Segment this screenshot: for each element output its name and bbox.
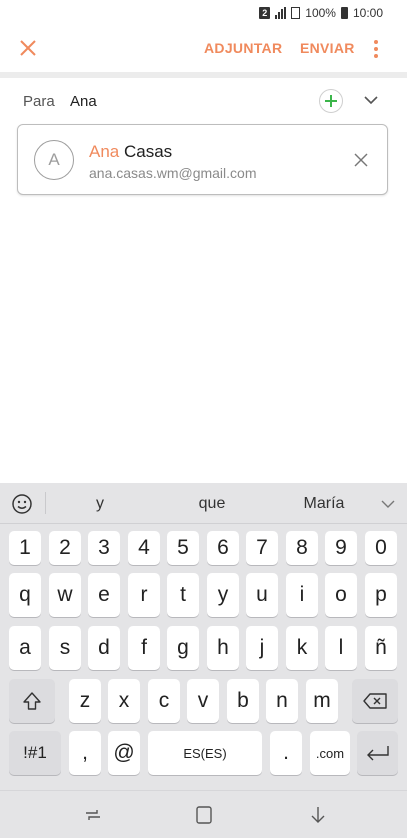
key-period[interactable]: . bbox=[270, 731, 302, 775]
key-6[interactable]: 6 bbox=[207, 531, 239, 565]
key-u[interactable]: u bbox=[246, 573, 278, 617]
key-g[interactable]: g bbox=[167, 626, 199, 670]
battery-percent: 100% bbox=[305, 6, 336, 20]
shift-icon bbox=[23, 692, 41, 710]
chevron-down-icon[interactable] bbox=[362, 93, 380, 107]
clock: 10:00 bbox=[352, 6, 383, 20]
key-2[interactable]: 2 bbox=[49, 531, 81, 565]
key-f[interactable]: f bbox=[128, 626, 160, 670]
send-button[interactable]: ENVIAR bbox=[300, 40, 355, 56]
suggestion-word[interactable]: que bbox=[190, 495, 234, 513]
key-q[interactable]: q bbox=[9, 573, 41, 617]
key-b[interactable]: b bbox=[227, 679, 259, 723]
key-t[interactable]: t bbox=[167, 573, 199, 617]
sim-badge: 2 bbox=[259, 7, 271, 19]
key-5[interactable]: 5 bbox=[167, 531, 199, 565]
key-e[interactable]: e bbox=[88, 573, 120, 617]
key-3[interactable]: 3 bbox=[88, 531, 120, 565]
close-icon[interactable] bbox=[17, 37, 39, 59]
key-m[interactable]: m bbox=[306, 679, 338, 723]
key-o[interactable]: o bbox=[325, 573, 357, 617]
key-n[interactable]: n bbox=[266, 679, 298, 723]
key-i[interactable]: i bbox=[286, 573, 318, 617]
key-l[interactable]: l bbox=[325, 626, 357, 670]
close-icon[interactable] bbox=[353, 152, 369, 168]
divider bbox=[0, 72, 407, 78]
emoji-icon[interactable] bbox=[10, 492, 34, 516]
suggestion-word[interactable]: y bbox=[90, 495, 110, 513]
key-w[interactable]: w bbox=[49, 573, 81, 617]
space-key[interactable]: ES(ES) bbox=[148, 731, 262, 775]
key-j[interactable]: j bbox=[246, 626, 278, 670]
key-h[interactable]: h bbox=[207, 626, 239, 670]
more-vert-icon[interactable] bbox=[368, 38, 384, 60]
key-y[interactable]: y bbox=[207, 573, 239, 617]
navigation-bar bbox=[0, 790, 407, 838]
enter-icon bbox=[366, 746, 389, 761]
compose-email-screen: 2 100% 10:00 ADJUNTAR ENVIAR Para Ana A … bbox=[0, 0, 407, 838]
key-d[interactable]: d bbox=[88, 626, 120, 670]
chevron-down-icon[interactable] bbox=[380, 498, 396, 510]
status-bar: 2 100% 10:00 bbox=[0, 0, 407, 26]
enter-key[interactable] bbox=[357, 731, 398, 775]
key-s[interactable]: s bbox=[49, 626, 81, 670]
key-n-tilde[interactable]: ñ bbox=[365, 626, 397, 670]
backspace-key[interactable] bbox=[352, 679, 398, 723]
backspace-icon bbox=[363, 693, 387, 709]
key-1[interactable]: 1 bbox=[9, 531, 41, 565]
key-v[interactable]: v bbox=[187, 679, 219, 723]
key-7[interactable]: 7 bbox=[246, 531, 278, 565]
key-x[interactable]: x bbox=[108, 679, 140, 723]
app-bar: ADJUNTAR ENVIAR bbox=[0, 26, 407, 72]
to-label: Para bbox=[23, 93, 55, 110]
key-r[interactable]: r bbox=[128, 573, 160, 617]
key-z[interactable]: z bbox=[69, 679, 101, 723]
key-8[interactable]: 8 bbox=[286, 531, 318, 565]
contact-name-match: Ana bbox=[89, 142, 120, 161]
home-icon[interactable] bbox=[193, 805, 215, 825]
to-input[interactable]: Ana bbox=[70, 93, 97, 110]
keyboard: y que María 1 2 3 4 5 6 7 8 9 0 q w e r … bbox=[0, 483, 407, 790]
key-comma[interactable]: , bbox=[69, 731, 101, 775]
battery-icon bbox=[340, 7, 348, 19]
recipient-row: Para Ana bbox=[0, 86, 407, 116]
key-k[interactable]: k bbox=[286, 626, 318, 670]
key-4[interactable]: 4 bbox=[128, 531, 160, 565]
avatar: A bbox=[34, 140, 74, 180]
recents-icon[interactable] bbox=[82, 805, 104, 825]
add-contact-icon[interactable] bbox=[319, 89, 343, 113]
suggestion-word[interactable]: María bbox=[296, 495, 352, 513]
signal-icon bbox=[275, 7, 287, 19]
dotcom-key[interactable]: .com bbox=[310, 731, 350, 775]
wifi-signal-icon bbox=[291, 7, 301, 19]
suggestion-divider bbox=[45, 492, 46, 514]
back-arrow-icon[interactable] bbox=[307, 805, 329, 825]
shift-key[interactable] bbox=[9, 679, 55, 723]
key-at[interactable]: @ bbox=[108, 731, 140, 775]
key-c[interactable]: c bbox=[148, 679, 180, 723]
suggestion-bar: y que María bbox=[0, 483, 407, 524]
contact-name: Ana Casas bbox=[89, 142, 172, 162]
key-9[interactable]: 9 bbox=[325, 531, 357, 565]
contact-suggestion[interactable]: A Ana Casas ana.casas.wm@gmail.com bbox=[17, 124, 388, 195]
contact-name-rest: Casas bbox=[119, 142, 173, 161]
key-p[interactable]: p bbox=[365, 573, 397, 617]
key-0[interactable]: 0 bbox=[365, 531, 397, 565]
key-a[interactable]: a bbox=[9, 626, 41, 670]
contact-email: ana.casas.wm@gmail.com bbox=[89, 165, 257, 181]
attach-button[interactable]: ADJUNTAR bbox=[204, 40, 282, 56]
symbols-key[interactable]: !#1 bbox=[9, 731, 61, 775]
